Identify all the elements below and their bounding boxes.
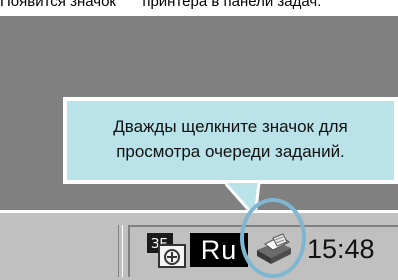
tooltip-line-1: Дважды щелкните значок для xyxy=(113,117,348,136)
instruction-text-end: принтера в панели задач. xyxy=(138,0,322,10)
tray-divider xyxy=(118,225,123,277)
ime-icon[interactable]: ЗЕ xyxy=(145,231,189,271)
clock[interactable]: 15:48 xyxy=(307,231,375,267)
printer-icon[interactable] xyxy=(253,230,295,268)
tooltip-text: Дважды щелкните значок для просмотра оче… xyxy=(63,114,398,164)
tooltip-balloon: Дважды щелкните значок для просмотра оче… xyxy=(63,97,398,184)
tooltip-line-2: просмотра очереди заданий. xyxy=(116,142,345,161)
top-instruction-strip: Появится значок принтера в панели задач. xyxy=(0,0,398,16)
instruction-text-start: Появится значок xyxy=(0,0,121,10)
instruction-text: Появится значок принтера в панели задач. xyxy=(0,0,398,10)
language-indicator[interactable]: Ru xyxy=(190,233,248,267)
taskbar: ЗЕ Ru 15:48 xyxy=(0,210,398,280)
